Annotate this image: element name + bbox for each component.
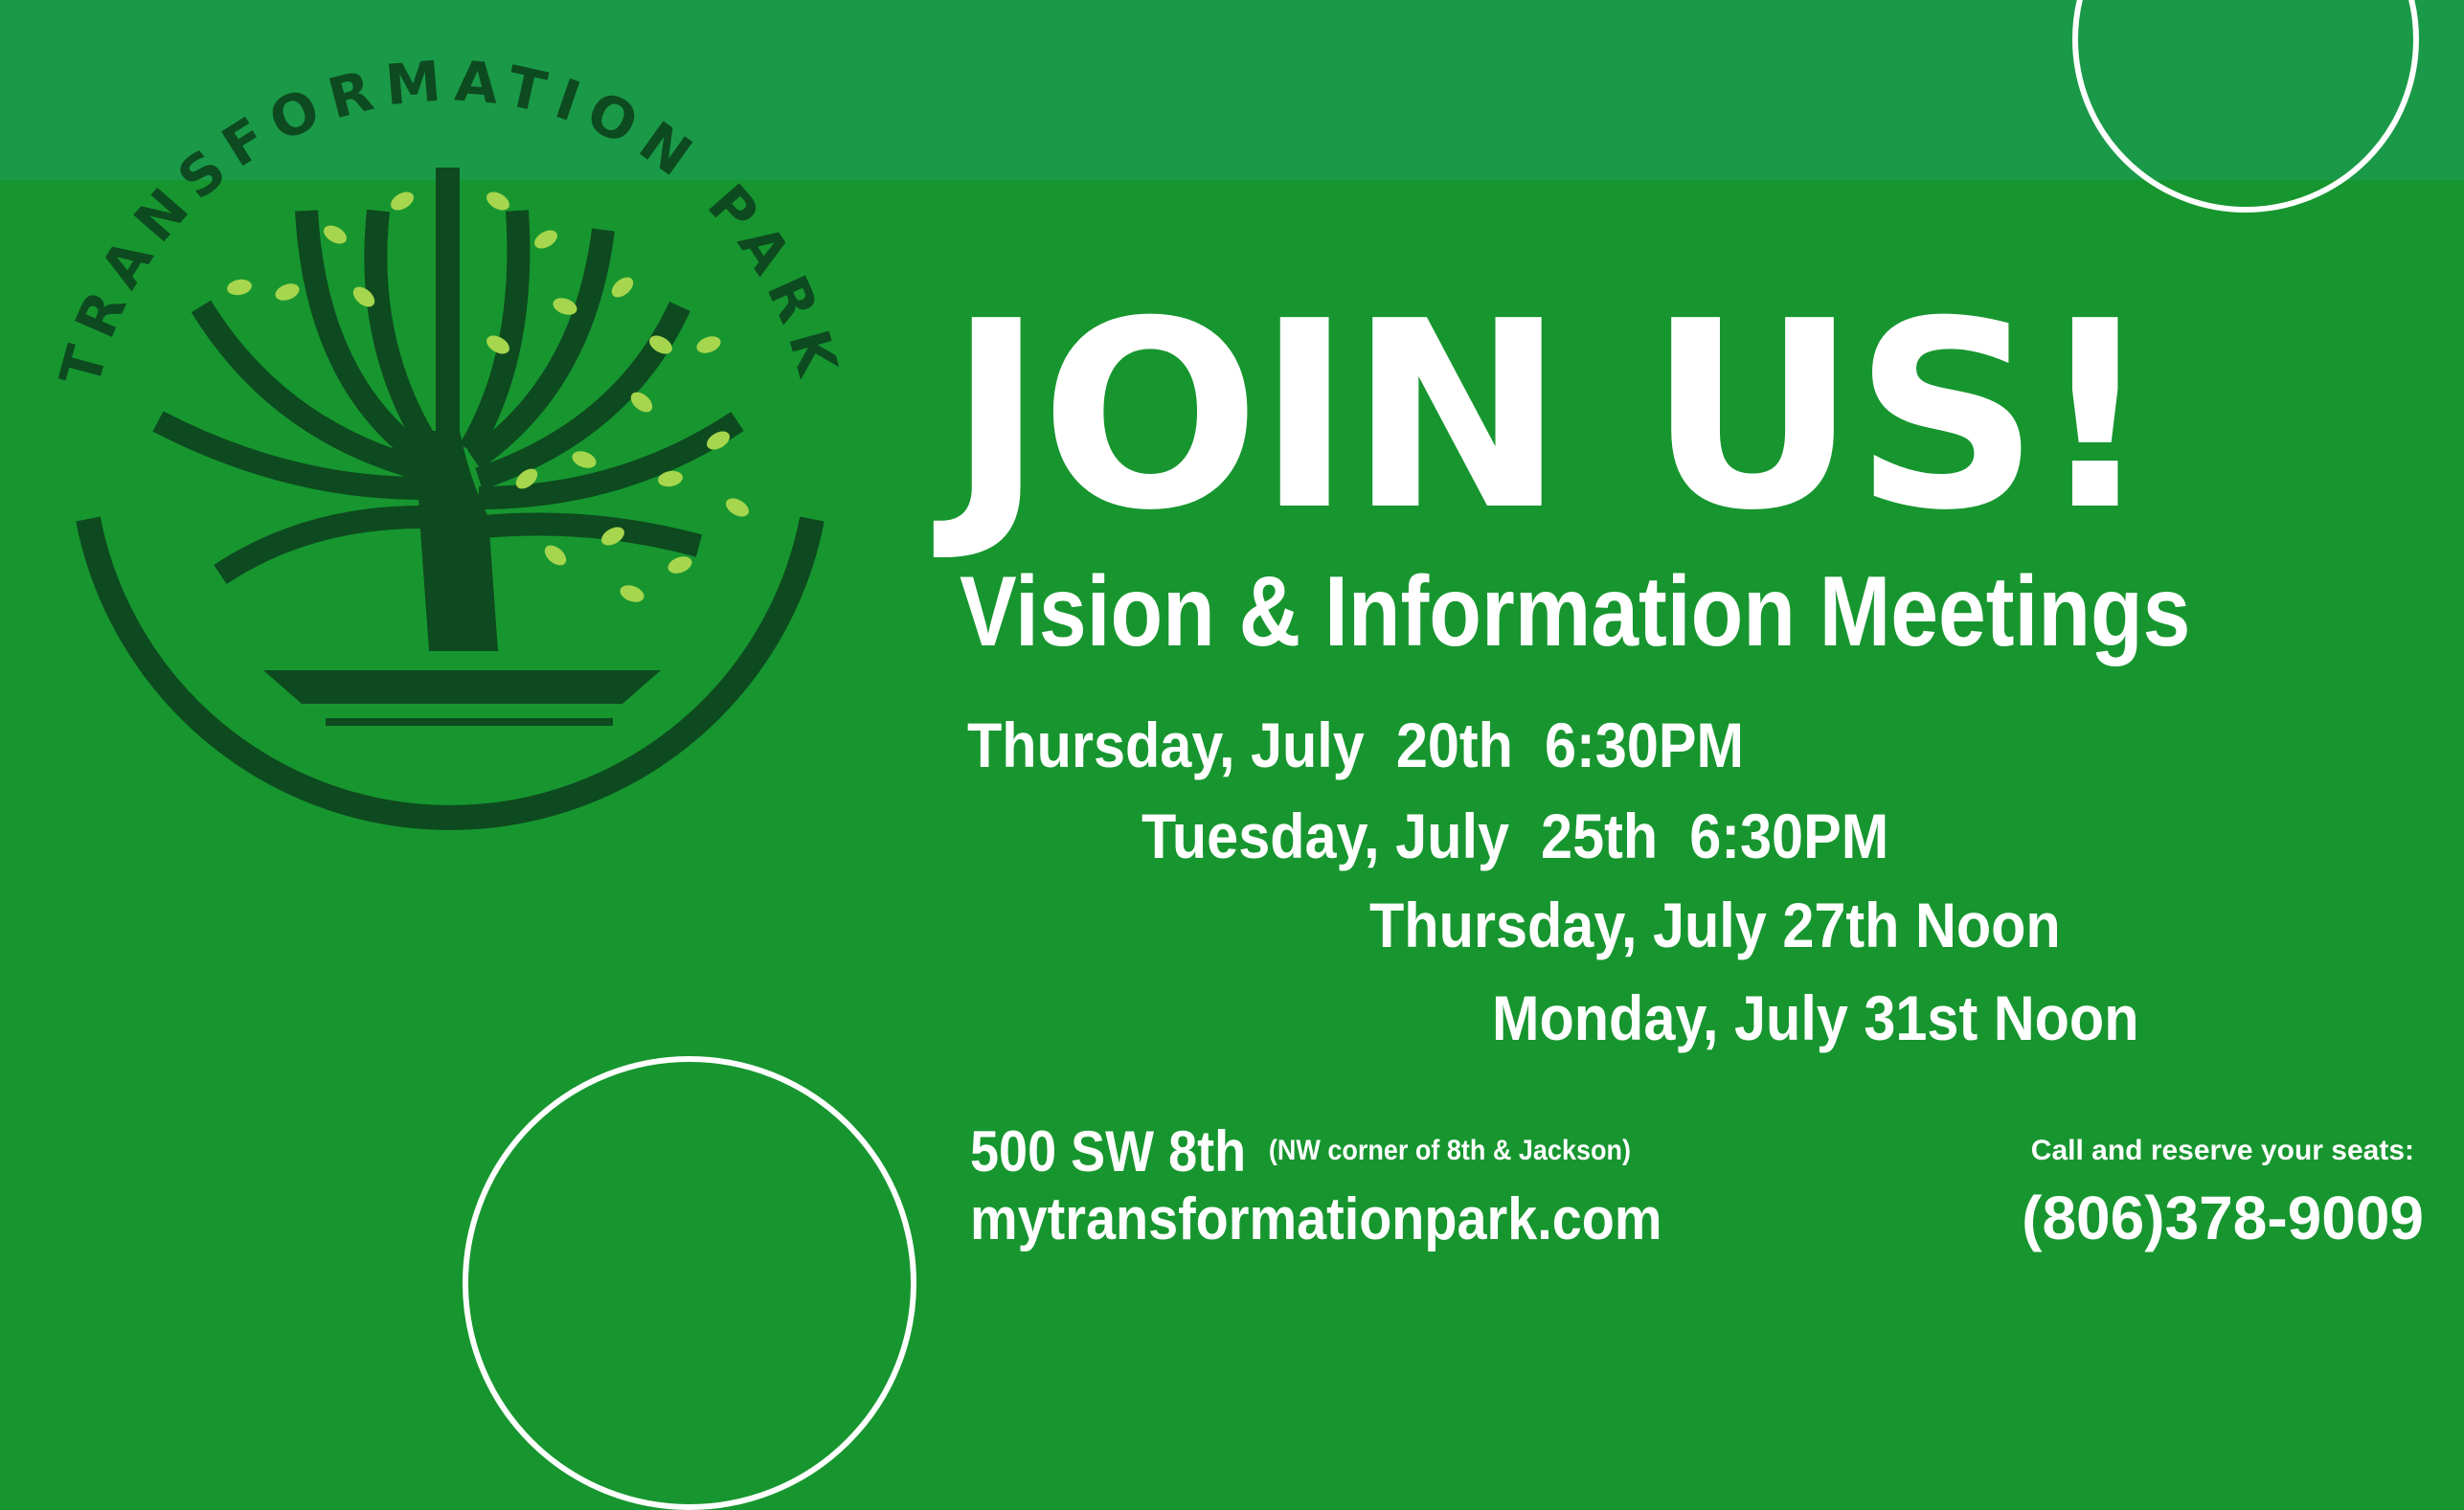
meeting-date-2: Tuesday, July 25th 6:30PM (1142, 800, 1889, 871)
address-line: 500 SW 8th (NW corner of 8th & Jackson) (970, 1118, 1631, 1184)
website-link[interactable]: mytransformationpark.com (970, 1185, 1662, 1253)
reserve-prompt: Call and reserve your seats: (2030, 1135, 2414, 1166)
transformation-park-logo: TRANSFORMATION PARK (48, 57, 842, 830)
meeting-date-4: Monday, July 31st Noon (1492, 982, 2139, 1053)
tree-icon (152, 168, 749, 726)
decorative-circle-bottom (463, 1056, 916, 1510)
street-address: 500 SW 8th (970, 1119, 1247, 1183)
headline: JOIN US! (948, 265, 2154, 567)
meeting-date-1: Thursday, July 20th 6:30PM (967, 710, 1744, 780)
subheadline: Vision & Information Meetings (960, 556, 2191, 667)
phone-number[interactable]: (806)378-9009 (2022, 1183, 2424, 1253)
decorative-circle-top (2072, 0, 2419, 213)
address-note: (NW corner of 8th & Jackson) (1268, 1135, 1631, 1166)
meeting-date-3: Thursday, July 27th Noon (1369, 890, 2061, 960)
